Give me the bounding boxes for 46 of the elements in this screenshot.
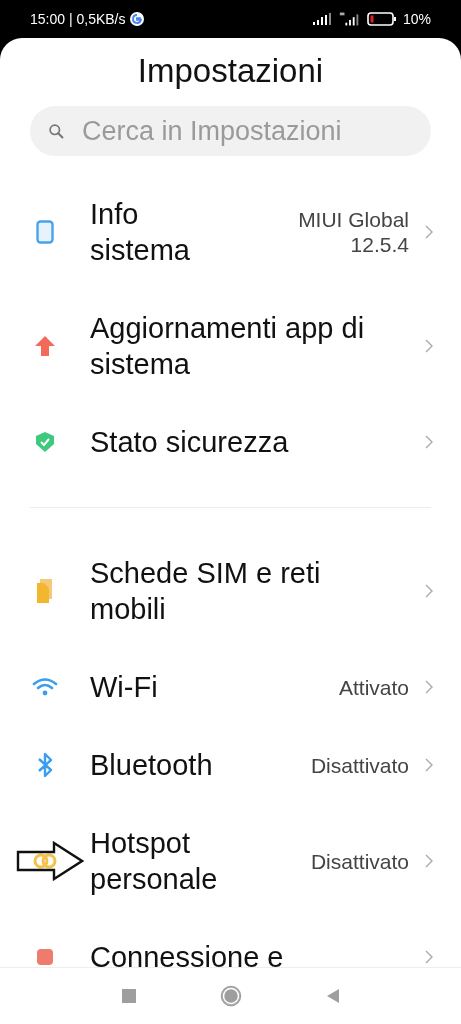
item-value: Attivato [338, 674, 409, 700]
chevron-right-icon [425, 584, 433, 598]
chevron-right-icon [425, 339, 433, 353]
item-label: Wi-Fi [90, 670, 158, 705]
item-label: Stato sicurezza [90, 425, 289, 460]
chevron-right-icon [425, 680, 433, 694]
settings-item[interactable]: Stato sicurezza [0, 403, 461, 481]
settings-item[interactable]: Connessione e [0, 918, 461, 967]
chevron-right-icon [425, 950, 433, 964]
settings-item[interactable]: Info sistema MIUI Global 12.5.4 [0, 175, 461, 289]
status-time: 15:00 | 0,5KB/s [30, 11, 126, 27]
chevron-right-icon [425, 435, 433, 449]
item-label: Hotspot personale [90, 826, 219, 897]
chevron-right-icon [425, 854, 433, 868]
chevron-right-icon [425, 225, 433, 239]
settings-item[interactable]: Aggiornamenti app di sistema [0, 289, 461, 403]
item-label: Info sistema [90, 197, 191, 268]
shield-check-icon [35, 431, 55, 453]
item-label: Bluetooth [90, 748, 213, 783]
item-value: Disattivato [310, 752, 409, 778]
phone-icon [36, 220, 54, 244]
settings-item[interactable]: Bluetooth Disattivato [0, 726, 461, 804]
signal-icon [312, 13, 333, 25]
wifi-icon [32, 677, 58, 697]
item-value: Disattivato [310, 848, 409, 874]
back-icon[interactable] [325, 988, 340, 1004]
up-arrow-icon [34, 335, 56, 357]
battery-percentage: 10% [402, 11, 431, 27]
item-value: MIUI Global 12.5.4 [297, 207, 409, 257]
settings-item[interactable]: Schede SIM e reti mobili [0, 534, 461, 648]
page-title: Impostazioni [136, 51, 325, 91]
bluetooth-icon [37, 752, 53, 778]
battery-icon [366, 12, 397, 26]
recents-icon[interactable] [121, 989, 136, 1003]
google-icon [130, 12, 145, 26]
item-label: Schede SIM e reti mobili [90, 556, 322, 627]
linked-rings-icon [32, 851, 58, 871]
search-field[interactable]: Cerca in Impostazioni [30, 106, 431, 156]
item-label: Aggiornamenti app di sistema [90, 311, 366, 382]
home-icon[interactable] [219, 985, 242, 1007]
settings-item[interactable]: Wi-Fi Attivato [0, 648, 461, 726]
item-label: Connessione e [90, 940, 284, 967]
settings-item[interactable]: Hotspot personale Disattivato [0, 804, 461, 918]
chevron-right-icon [425, 758, 433, 772]
connection-icon [35, 947, 55, 967]
search-icon [48, 123, 65, 140]
